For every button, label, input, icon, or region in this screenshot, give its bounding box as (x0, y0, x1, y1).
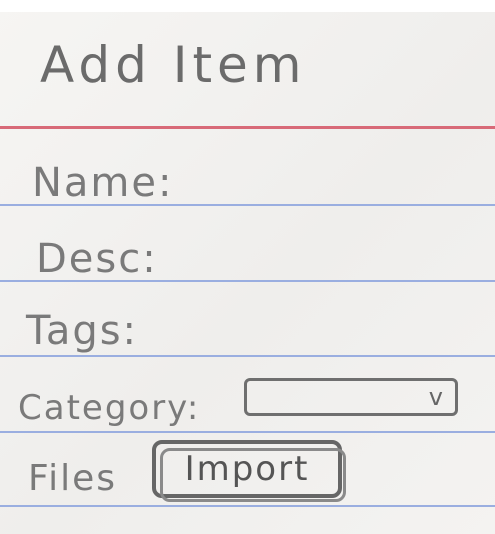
category-label: Category: (18, 388, 201, 428)
ruled-line (0, 431, 495, 433)
chevron-down-icon: v (428, 383, 443, 411)
header-rule (0, 126, 495, 129)
ruled-line (0, 204, 495, 206)
files-label: Files (28, 458, 117, 499)
index-card: Add Item Name: Desc: Tags: Category: v F… (0, 0, 495, 534)
category-select[interactable]: v (244, 378, 458, 416)
ruled-line (0, 505, 495, 507)
ruled-line (0, 355, 495, 357)
card-top-border (0, 0, 495, 12)
ruled-line (0, 280, 495, 282)
form-title: Add Item (40, 36, 307, 94)
desc-label: Desc: (36, 236, 158, 282)
name-label: Name: (32, 160, 174, 206)
tags-label: Tags: (26, 308, 139, 354)
import-button[interactable]: Import (152, 440, 346, 502)
